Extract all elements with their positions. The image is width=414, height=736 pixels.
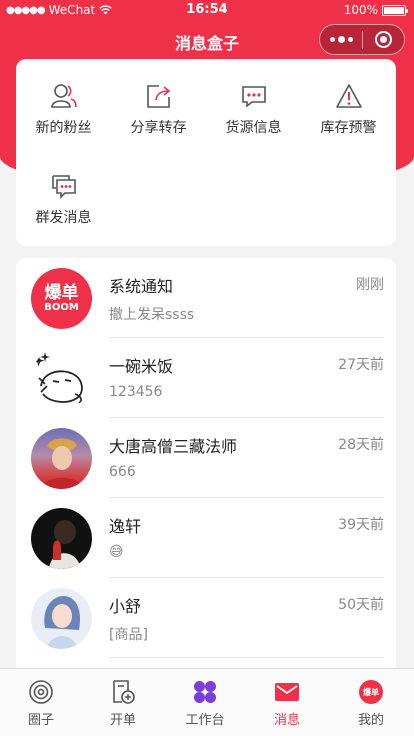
function-stock-warning[interactable]: 库存预警: [301, 59, 396, 149]
message-item-system[interactable]: 爆单 BOOM 系统通知 刚刚 撤上发呆ssss: [16, 258, 396, 338]
function-label: 分享转存: [130, 120, 187, 136]
function-group-message[interactable]: 群发消息: [16, 149, 111, 239]
share-icon: [144, 81, 174, 111]
battery-icon: [382, 4, 408, 16]
message-preview: 😅: [109, 544, 124, 560]
avatar: [31, 428, 92, 489]
message-item-rice[interactable]: 一碗米饭 27天前 123456: [16, 338, 396, 418]
avatar: 爆单 BOOM: [31, 268, 92, 329]
avatar: [31, 588, 92, 649]
function-label: 新的粉丝: [35, 120, 92, 136]
more-menu-button[interactable]: [320, 25, 362, 54]
tab-bar: 圈子 开单 工作台 消息 爆单 我的: [0, 668, 414, 736]
function-supply-info[interactable]: 货源信息: [206, 59, 301, 149]
message-icon: [273, 678, 301, 706]
tab-label: 工作台: [185, 713, 225, 728]
boom-logo-text: 爆单: [44, 282, 79, 303]
boom-logo-sub: BOOM: [44, 301, 79, 313]
function-label: 库存预警: [320, 120, 377, 136]
message-time: 39天前: [338, 517, 384, 533]
message-preview: [商品]: [109, 627, 148, 643]
circle-icon: [27, 678, 55, 706]
message-sender: 大唐高僧三藏法师: [109, 437, 238, 456]
message-sender: 逸轩: [109, 517, 142, 536]
new-fans-icon: [49, 81, 79, 111]
tab-messages[interactable]: 消息: [246, 669, 328, 736]
tab-profile[interactable]: 爆单 我的: [330, 669, 412, 736]
function-share[interactable]: 分享转存: [111, 59, 206, 149]
tab-circle[interactable]: 圈子: [0, 669, 82, 736]
avatar: [31, 348, 92, 409]
function-new-fans[interactable]: 新的粉丝: [16, 59, 111, 149]
message-time: 28天前: [338, 437, 384, 453]
message-preview: 666: [109, 464, 136, 480]
message-preview: 123456: [109, 384, 163, 400]
mini-program-capsule: [319, 24, 405, 55]
message-time: 27天前: [338, 357, 384, 373]
message-time: 50天前: [338, 597, 384, 613]
warning-icon: [334, 81, 364, 111]
function-label: 群发消息: [35, 210, 92, 226]
workbench-icon: [191, 678, 219, 706]
message-sender: 系统通知: [109, 277, 174, 296]
row-divider: [109, 657, 384, 658]
tab-label: 开单: [109, 713, 136, 728]
navigation-bar: 消息盒子: [0, 20, 414, 60]
profile-logo-text: 爆单: [363, 687, 379, 697]
message-time: 刚刚: [356, 277, 384, 293]
message-item-monk[interactable]: 大唐高僧三藏法师 28天前 666: [16, 418, 396, 498]
message-sender: 小舒: [109, 597, 142, 616]
close-mini-program-button[interactable]: [363, 25, 404, 54]
status-bar: ●●●●● WeChat 16:54 100%: [0, 0, 414, 20]
tab-workbench[interactable]: 工作台: [164, 669, 246, 736]
message-sender: 一碗米饭: [109, 357, 174, 376]
status-right: 100%: [343, 3, 408, 17]
group-message-icon: [49, 171, 79, 201]
order-icon: [109, 678, 137, 706]
function-card: 新的粉丝 分享转存 货源信息 库存预警 群发消息: [16, 59, 396, 246]
message-item-xiaoshu[interactable]: 小舒 50天前 [商品]: [16, 578, 396, 658]
tab-order[interactable]: 开单: [82, 669, 164, 736]
battery-percent: 100%: [343, 3, 378, 17]
target-icon: [374, 31, 392, 48]
avatar: [31, 508, 92, 569]
function-label: 货源信息: [225, 120, 282, 136]
message-preview: 撤上发呆ssss: [109, 307, 195, 323]
tab-label: 圈子: [27, 713, 54, 728]
message-item-yixuan[interactable]: 逸轩 39天前 😅: [16, 498, 396, 578]
tab-label: 消息: [273, 713, 300, 728]
supply-message-icon: [239, 81, 269, 111]
message-list: 爆单 BOOM 系统通知 刚刚 撤上发呆ssss 一碗米饭 27天前 12345…: [16, 258, 396, 688]
profile-icon: 爆单: [357, 678, 385, 706]
tab-label: 我的: [357, 713, 384, 728]
